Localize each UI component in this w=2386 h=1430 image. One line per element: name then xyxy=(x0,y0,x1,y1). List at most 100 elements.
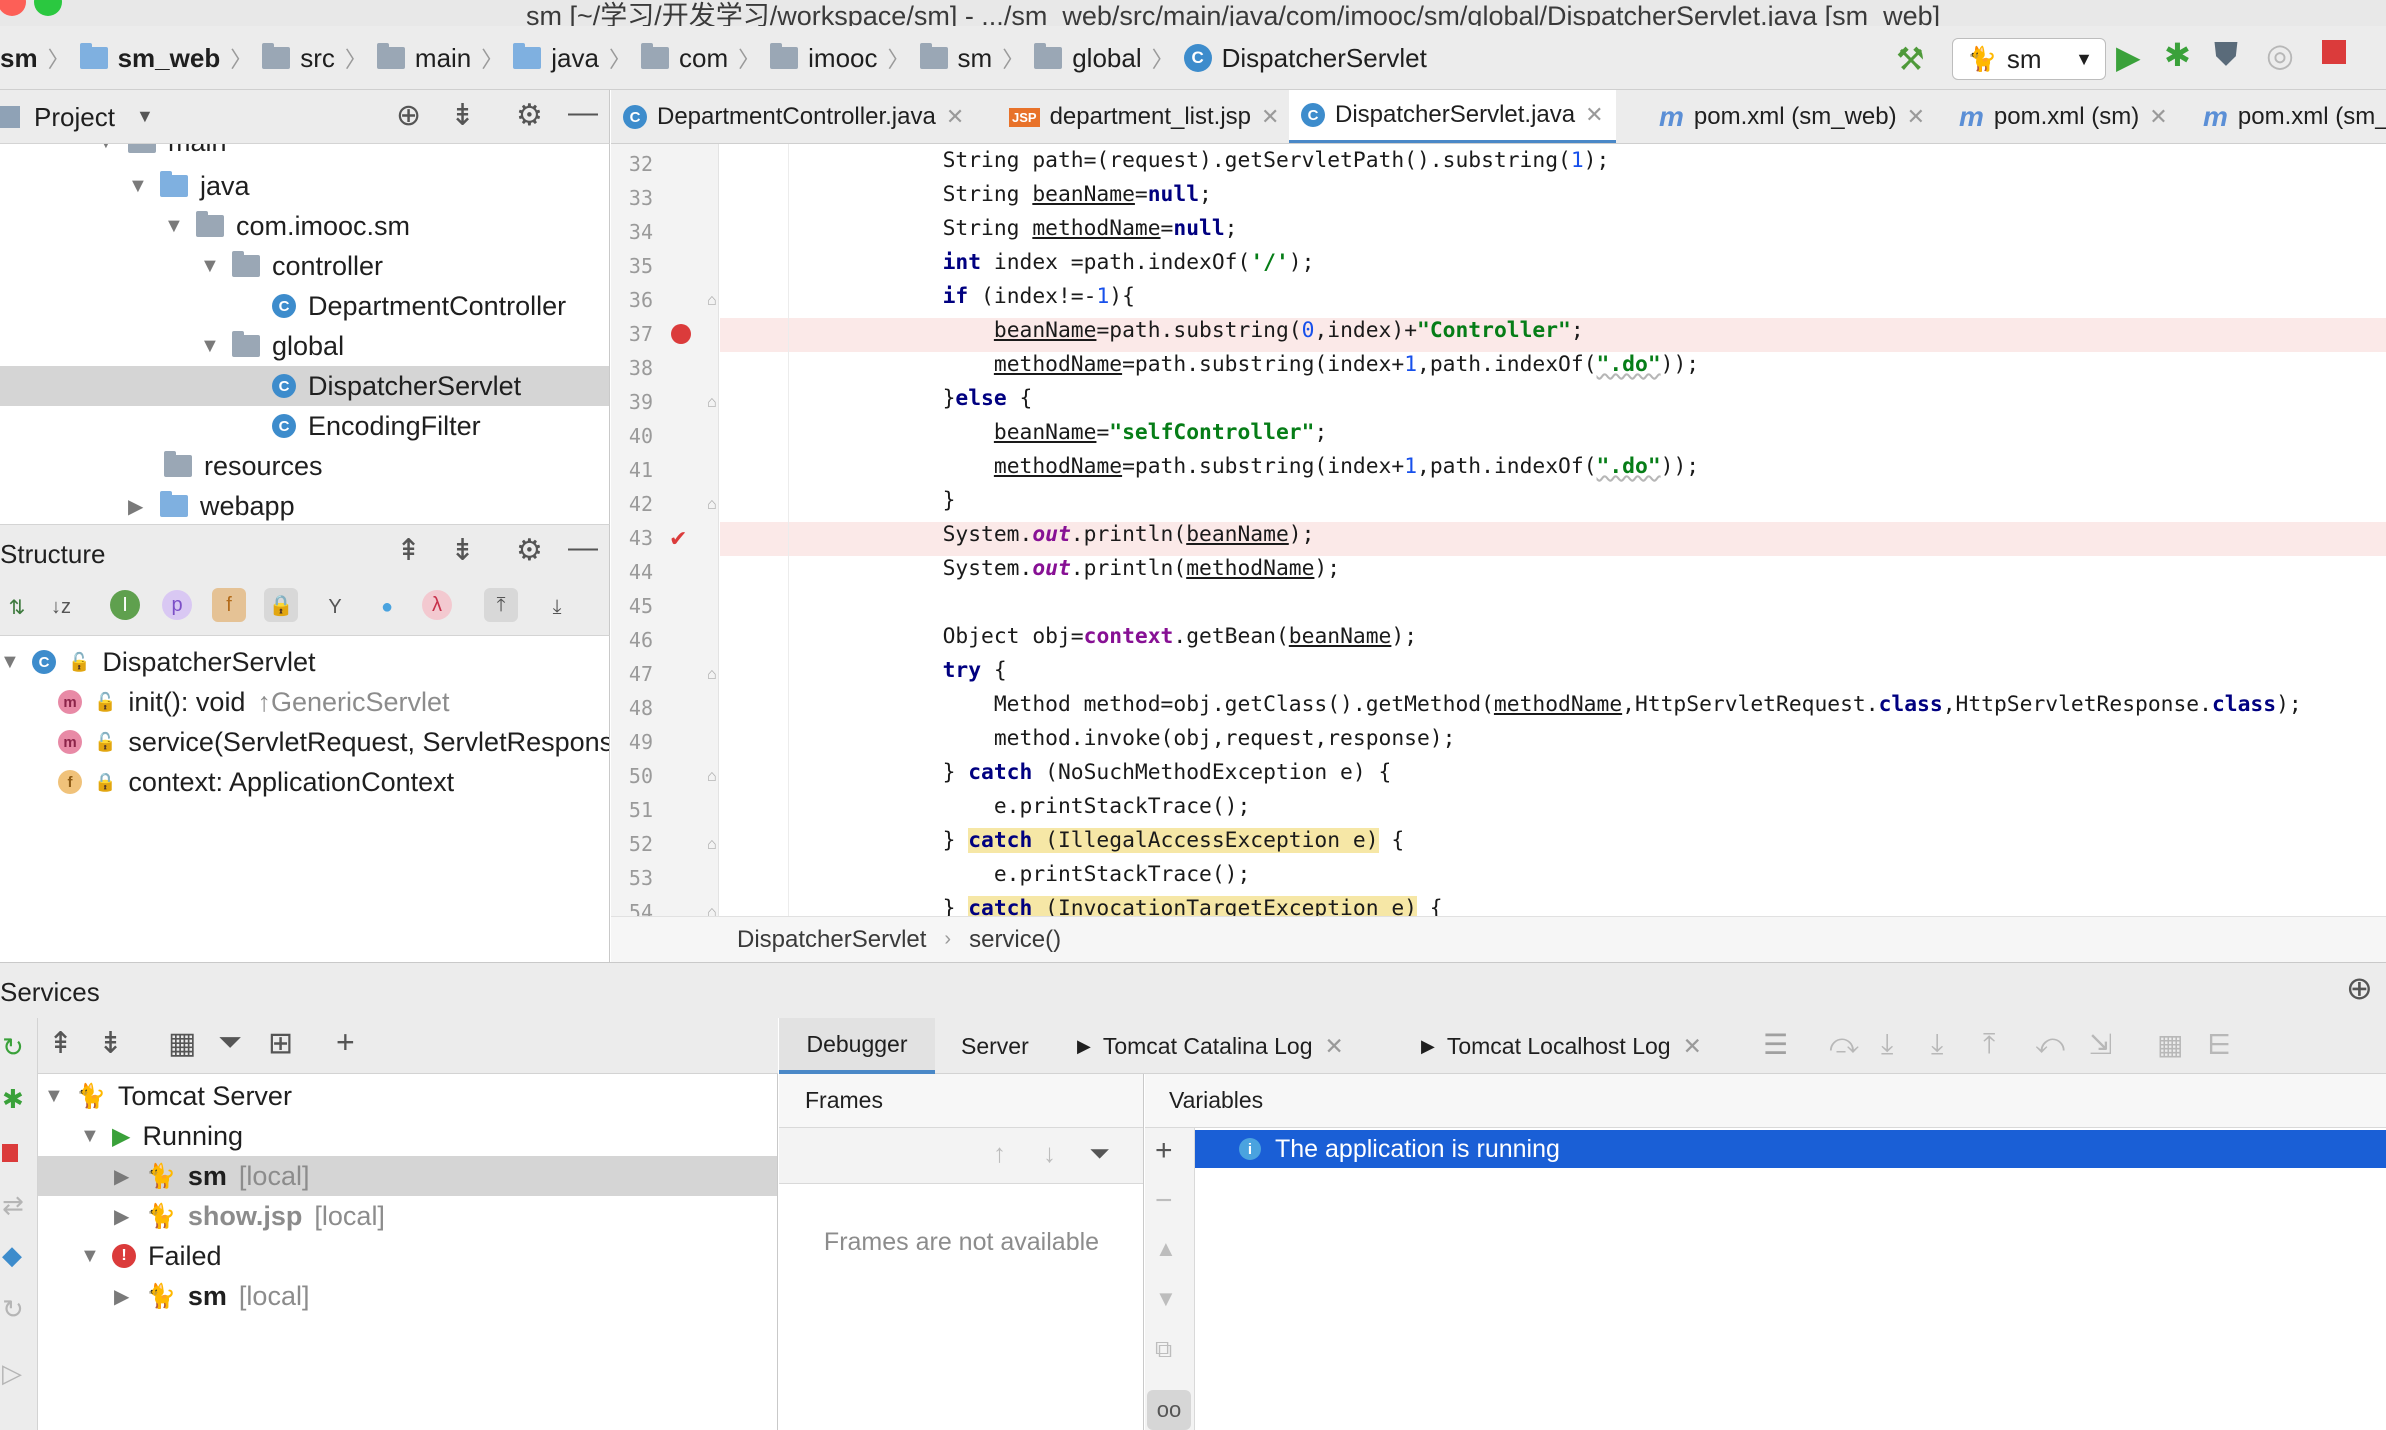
close-window-icon[interactable] xyxy=(0,0,26,16)
add-watch-icon[interactable]: + xyxy=(1155,1134,1173,1168)
artifact-icon[interactable]: ◆ xyxy=(2,1240,22,1271)
breadcrumb-item[interactable]: src xyxy=(300,43,335,74)
lambda-icon[interactable]: λ xyxy=(422,590,452,620)
tab-pom-sm-service[interactable]: m pom.xml (sm_s xyxy=(2191,90,2386,143)
stop-icon[interactable] xyxy=(2322,40,2346,64)
tree-item-encoding-filter[interactable]: C EncodingFilter xyxy=(272,406,481,446)
tree-item-java[interactable]: ▼ java xyxy=(128,166,250,206)
close-tab-icon[interactable]: ✕ xyxy=(1907,104,1925,130)
tree-item-dispatcher-servlet[interactable]: C DispatcherServlet xyxy=(0,366,609,406)
breakpoint-icon[interactable] xyxy=(671,324,691,344)
fold-marker-icon[interactable]: ⌂ xyxy=(707,292,717,310)
tab-pom-sm[interactable]: m pom.xml (sm) ✕ xyxy=(1947,90,2180,143)
step-over-icon[interactable]: ⤼ xyxy=(1829,1028,1859,1061)
breadcrumb-item[interactable]: global xyxy=(1072,43,1141,74)
coverage-shield-icon[interactable]: ⛊ xyxy=(2214,36,2238,74)
breadcrumb-item[interactable]: DispatcherServlet xyxy=(1222,43,1427,74)
structure-item-field[interactable]: f 🔒 context: ApplicationContext xyxy=(58,762,454,802)
gear-icon[interactable]: ⚙ xyxy=(516,98,543,133)
expand-triangle-icon[interactable]: ▼ xyxy=(0,651,20,674)
show-properties-icon[interactable]: p xyxy=(162,590,192,620)
service-item-tomcat-server[interactable]: ▼ 🐈 Tomcat Server xyxy=(44,1076,292,1116)
show-lambdas-branch-icon[interactable]: Y xyxy=(318,590,352,624)
service-item-failed[interactable]: ▼! Failed xyxy=(80,1236,222,1276)
refresh-icon[interactable]: ↻ xyxy=(2,1294,24,1325)
fold-marker-icon[interactable]: ⌂ xyxy=(707,496,717,514)
rerun-icon[interactable]: ↻ xyxy=(2,1032,24,1063)
service-item-show-jsp[interactable]: ▶ 🐈 show.jsp [local] xyxy=(114,1196,385,1236)
close-tab-icon[interactable]: ✕ xyxy=(1683,1033,1702,1060)
force-step-into-icon[interactable]: ⤓ xyxy=(1931,1028,1943,1061)
expand-triangle-icon[interactable]: ▼ xyxy=(128,175,148,198)
build-hammer-icon[interactable]: ⚒ xyxy=(1896,40,1925,78)
fold-marker-icon[interactable]: ⌂ xyxy=(707,768,717,786)
sort-alphabetically-icon[interactable]: ↓z xyxy=(44,590,78,624)
debug-rerun-icon[interactable]: ✱ xyxy=(2,1084,24,1115)
tab-tomcat-catalina-log[interactable]: ▶ Tomcat Catalina Log ✕ xyxy=(1077,1018,1344,1074)
expand-triangle-icon[interactable]: ▶ xyxy=(114,1164,134,1189)
sort-by-visibility-icon[interactable]: ⇅ xyxy=(0,590,34,624)
expand-triangle-icon[interactable]: ▼ xyxy=(200,335,220,358)
structure-item-method[interactable]: m 🔓 service(ServletRequest, ServletRespons… xyxy=(58,722,609,762)
breadcrumb-item[interactable]: main xyxy=(415,43,471,74)
breadcrumb-item[interactable]: sm_web xyxy=(118,43,221,74)
variables-status-row[interactable]: i The application is running xyxy=(1195,1130,2386,1168)
close-tab-icon[interactable]: ✕ xyxy=(946,104,964,130)
show-non-public-lock-icon[interactable]: 🔒 xyxy=(264,588,298,622)
tree-item-resources[interactable]: resources xyxy=(164,446,323,486)
editor-breadcrumb-item[interactable]: DispatcherServlet xyxy=(737,926,926,954)
service-item-running[interactable]: ▼ ▶ Running xyxy=(80,1116,243,1156)
breadcrumb-item[interactable]: java xyxy=(551,43,599,74)
drop-frame-icon[interactable]: ⤺ xyxy=(2035,1028,2065,1061)
tab-server[interactable]: Server xyxy=(961,1018,1029,1074)
breakpoint-hit-icon[interactable]: ✔ xyxy=(669,526,687,552)
tree-item-package[interactable]: ▼ com.imooc.sm xyxy=(164,206,410,246)
run-icon[interactable]: ▶ xyxy=(2116,38,2141,76)
editor-breadcrumb-item[interactable]: service() xyxy=(969,926,1061,954)
arrow-down-icon[interactable]: ↓ xyxy=(1043,1138,1056,1169)
service-item-sm-failed[interactable]: ▶ 🐈 sm [local] xyxy=(114,1276,309,1316)
evaluate-expression-icon[interactable]: ▦ xyxy=(2157,1028,2183,1061)
breadcrumb-item[interactable]: sm xyxy=(0,43,38,74)
tree-item-controller[interactable]: ▼ controller xyxy=(200,246,383,286)
tree-item-global[interactable]: ▼ global xyxy=(200,326,344,366)
glasses-watch-icon[interactable]: oo xyxy=(1147,1390,1191,1430)
expand-triangle-icon[interactable]: ▼ xyxy=(96,144,116,154)
add-icon[interactable]: + xyxy=(336,1024,355,1061)
editor-gutter[interactable]: 32 33 34 35 36 37 38 39 40 41 42 43 44 4… xyxy=(611,144,771,924)
show-anonymous-circle-icon[interactable]: ● xyxy=(370,590,404,624)
copy-icon[interactable]: ⧉ xyxy=(1155,1336,1172,1364)
tab-dispatcher-servlet[interactable]: C DispatcherServlet.java ✕ xyxy=(1289,90,1616,143)
locate-crosshair-icon[interactable]: ⊕ xyxy=(396,98,421,133)
gear-icon[interactable]: ⚙ xyxy=(516,533,543,568)
structure-panel-title[interactable]: Structure xyxy=(0,539,106,570)
code-editor[interactable]: String path=(request).getServletPath().s… xyxy=(720,144,2386,916)
deploy-icon[interactable]: ⇄ xyxy=(2,1190,24,1221)
add-service-crosshair-icon[interactable]: ⊕ xyxy=(2346,969,2373,1007)
tab-pom-sm-web[interactable]: m pom.xml (sm_web) ✕ xyxy=(1647,90,1937,143)
show-inherited-icon[interactable]: I xyxy=(110,590,140,620)
autoscroll-from-source-icon[interactable]: ⤓ xyxy=(540,590,574,624)
expand-triangle-icon[interactable]: ▼ xyxy=(80,1245,100,1268)
expand-triangle-icon[interactable]: ▶ xyxy=(114,1204,134,1229)
tab-department-list-jsp[interactable]: JSP department_list.jsp ✕ xyxy=(997,90,1291,143)
services-panel-title[interactable]: Services xyxy=(0,977,100,1008)
fold-marker-icon[interactable]: ⌂ xyxy=(707,666,717,684)
close-tab-icon[interactable]: ✕ xyxy=(1261,104,1279,130)
service-item-sm-local[interactable]: ▶ 🐈 sm [local] xyxy=(38,1156,777,1196)
breadcrumb-item[interactable]: imooc xyxy=(808,43,877,74)
move-down-icon[interactable]: ▼ xyxy=(1155,1286,1177,1312)
expand-triangle-icon[interactable]: ▶ xyxy=(114,1284,134,1309)
breadcrumb-item[interactable]: com xyxy=(679,43,728,74)
expand-all-icon[interactable]: ⇞ xyxy=(396,533,421,568)
step-into-icon[interactable]: ⤓ xyxy=(1881,1028,1893,1061)
fold-marker-icon[interactable]: ⌂ xyxy=(707,836,717,854)
group-by-grid-icon[interactable]: ▦ xyxy=(168,1026,196,1061)
resume-icon[interactable]: ▷ xyxy=(2,1358,22,1389)
menu-lines-icon[interactable]: ☰ xyxy=(1763,1028,1788,1061)
move-up-icon[interactable]: ▲ xyxy=(1155,1236,1177,1262)
expand-triangle-icon[interactable]: ▼ xyxy=(164,215,184,238)
trace-icon[interactable]: ⋿ xyxy=(2207,1028,2231,1061)
filter-icon[interactable]: ⏷ xyxy=(1089,1138,1110,1170)
new-tab-icon[interactable]: ⊞ xyxy=(268,1026,293,1061)
